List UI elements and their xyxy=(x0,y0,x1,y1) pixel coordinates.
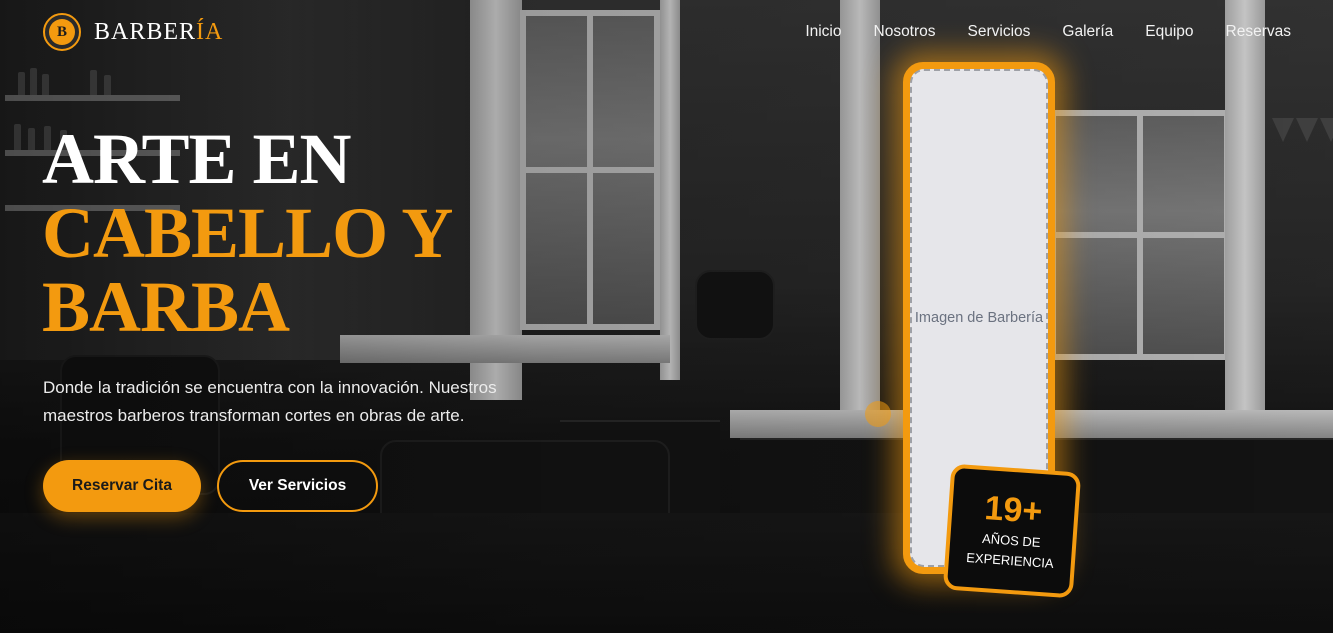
brand-name-main: BARBER xyxy=(94,18,197,45)
hero-description: Donde la tradición se encuentra con la i… xyxy=(43,378,497,425)
nav-link-equipo[interactable]: Equipo xyxy=(1145,23,1193,41)
nav-link-galeria[interactable]: Galería xyxy=(1062,23,1113,41)
experience-years: 19+ xyxy=(983,489,1044,532)
experience-badge: 19+ AÑOS DE EXPERIENCIA xyxy=(942,463,1082,599)
nav-link-nosotros[interactable]: Nosotros xyxy=(874,23,936,41)
experience-label: AÑOS DE EXPERIENCIA xyxy=(966,528,1056,574)
brand-name-accent: ÍA xyxy=(196,18,224,45)
nav-link-reservas[interactable]: Reservas xyxy=(1226,23,1291,41)
nav-link-servicios[interactable]: Servicios xyxy=(968,23,1031,41)
hero-title-line1: ARTE EN xyxy=(42,119,352,199)
main-nav: Inicio Nosotros Servicios Galería Equipo… xyxy=(805,23,1291,41)
hero-title-line3: BARBA xyxy=(42,267,290,347)
hero-title-line2: CABELLO Y xyxy=(42,193,453,273)
image-placeholder-label: Imagen de Barbería xyxy=(914,310,1044,326)
brand-logo[interactable]: B BARBERÍA xyxy=(43,13,223,51)
ver-servicios-button[interactable]: Ver Servicios xyxy=(217,460,378,512)
hero-title: ARTE EN CABELLO Y BARBA xyxy=(42,119,453,347)
brand-name: BARBERÍA xyxy=(94,19,223,46)
experience-label-line2: EXPERIENCIA xyxy=(965,549,1055,571)
nav-link-inicio[interactable]: Inicio xyxy=(805,23,841,41)
experience-label-line1: AÑOS DE xyxy=(981,530,1042,550)
decorative-dot xyxy=(865,401,891,427)
logo-badge-icon: B xyxy=(43,13,81,51)
site-header: B BARBERÍA Inicio Nosotros Servicios Gal… xyxy=(0,0,1333,66)
reservar-cita-button[interactable]: Reservar Cita xyxy=(43,460,201,512)
logo-badge-letter: B xyxy=(49,19,75,45)
